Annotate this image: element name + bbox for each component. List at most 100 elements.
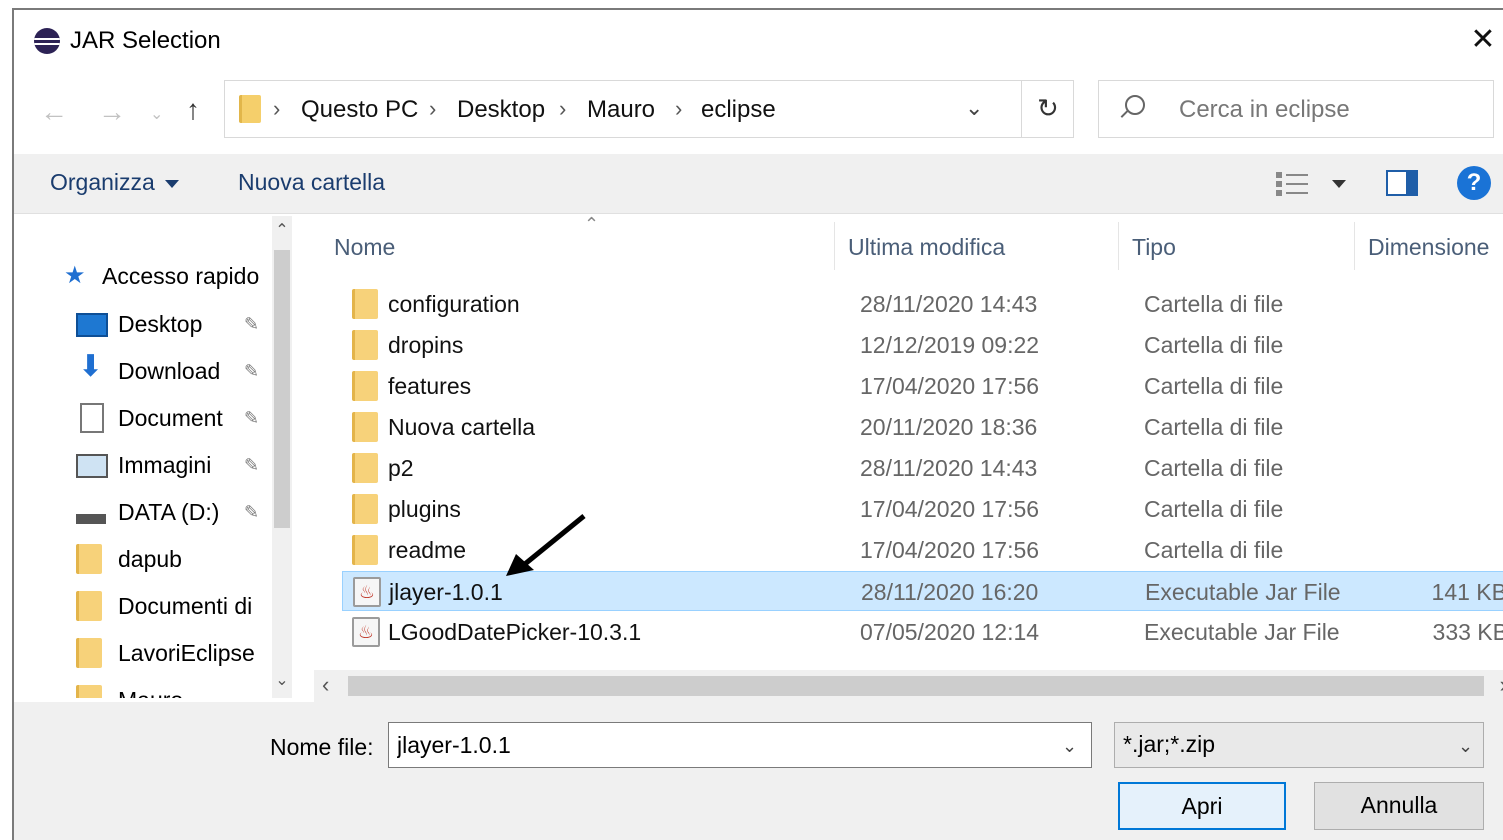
desktop-icon bbox=[76, 313, 108, 337]
file-name: configuration bbox=[388, 291, 520, 317]
chevron-down-icon[interactable]: ⌄ bbox=[1062, 736, 1077, 757]
pin-icon[interactable]: ✎ bbox=[244, 351, 259, 391]
nav-item-label: Accesso rapido bbox=[102, 263, 260, 289]
document-icon bbox=[80, 403, 104, 433]
nav-item-mauro[interactable]: Mauro bbox=[76, 680, 276, 698]
folder-icon bbox=[76, 685, 102, 698]
nav-item-desktop[interactable]: Desktop ✎ bbox=[76, 304, 276, 344]
chevron-down-icon[interactable]: ⌄ bbox=[1458, 736, 1473, 757]
folder-icon bbox=[76, 591, 102, 621]
nav-item-documenti[interactable]: Documenti di bbox=[76, 586, 276, 626]
horizontal-scrollbar[interactable]: ‹ › bbox=[314, 670, 1503, 702]
annotation-arrow-icon bbox=[506, 514, 586, 576]
refresh-icon[interactable]: ↻ bbox=[1037, 93, 1059, 124]
folder-icon bbox=[352, 330, 378, 360]
pin-icon[interactable]: ✎ bbox=[244, 398, 259, 438]
file-modified: 17/04/2020 17:56 bbox=[860, 496, 1040, 522]
nav-item-lavorieclipse[interactable]: LavoriEclipse bbox=[76, 633, 276, 673]
caret-down-icon bbox=[164, 179, 179, 188]
chevron-right-icon[interactable]: › bbox=[429, 96, 436, 122]
chevron-right-icon[interactable]: › bbox=[675, 96, 682, 122]
file-type: Executable Jar File bbox=[1145, 579, 1341, 605]
file-modified: 28/11/2020 14:43 bbox=[860, 291, 1038, 317]
column-divider[interactable] bbox=[1118, 222, 1119, 270]
breadcrumb-item[interactable]: Desktop bbox=[457, 96, 545, 124]
file-row[interactable]: features 17/04/2020 17:56 Cartella di fi… bbox=[342, 366, 1503, 406]
folder-icon bbox=[352, 453, 378, 483]
nav-item-label: DATA (D:) bbox=[118, 499, 220, 525]
chevron-right-icon[interactable]: › bbox=[559, 96, 566, 122]
scroll-down-icon[interactable]: ⌄ bbox=[272, 670, 292, 690]
pin-icon[interactable]: ✎ bbox=[244, 492, 259, 532]
column-header-modified[interactable]: Ultima modifica bbox=[848, 234, 1005, 261]
cancel-button[interactable]: Annulla bbox=[1314, 782, 1484, 830]
help-icon[interactable]: ? bbox=[1457, 166, 1491, 200]
nav-item-label: Immagini bbox=[118, 452, 212, 478]
forward-arrow-icon[interactable]: → bbox=[98, 96, 126, 128]
chevron-down-icon[interactable]: ⌄ bbox=[965, 95, 983, 121]
caret-down-icon[interactable] bbox=[1332, 180, 1346, 188]
file-row[interactable]: LGoodDatePicker-10.3.1 07/05/2020 12:14 … bbox=[342, 612, 1503, 652]
breadcrumb-item[interactable]: Questo PC bbox=[301, 96, 418, 124]
horizontal-scrollbar-thumb[interactable] bbox=[348, 676, 1484, 696]
file-row[interactable]: dropins 12/12/2019 09:22 Cartella di fil… bbox=[342, 325, 1503, 365]
file-name: jlayer-1.0.1 bbox=[389, 579, 503, 605]
title-bar: JAR Selection ✕ bbox=[14, 10, 1503, 70]
breadcrumb-item[interactable]: Mauro bbox=[587, 96, 655, 124]
navigation-pane: ★ Accesso rapido Desktop ✎ ⬇ Download ✎ … bbox=[14, 216, 296, 698]
filename-input[interactable] bbox=[388, 722, 1092, 768]
file-type-filter[interactable]: *.jar;*.zip bbox=[1114, 722, 1484, 768]
new-folder-button[interactable]: Nuova cartella bbox=[238, 169, 385, 196]
breadcrumb-item[interactable]: eclipse bbox=[701, 96, 776, 124]
file-size: 333 KB bbox=[1432, 619, 1503, 645]
nav-item-download[interactable]: ⬇ Download ✎ bbox=[76, 351, 276, 391]
file-name: p2 bbox=[388, 455, 414, 481]
search-box[interactable]: Cerca in eclipse bbox=[1098, 80, 1494, 138]
recent-locations-chevron-icon[interactable]: ⌄ bbox=[150, 104, 163, 124]
column-header-name[interactable]: Nome bbox=[334, 234, 395, 261]
file-type: Cartella di file bbox=[1144, 455, 1284, 481]
file-row[interactable]: Nuova cartella 20/11/2020 18:36 Cartella… bbox=[342, 407, 1503, 447]
scroll-left-icon[interactable]: ‹ bbox=[322, 672, 329, 698]
file-modified: 07/05/2020 12:14 bbox=[860, 619, 1040, 645]
nav-item-quick-access[interactable]: ★ Accesso rapido bbox=[64, 256, 264, 296]
back-arrow-icon[interactable]: ← bbox=[40, 96, 68, 128]
nav-item-pictures[interactable]: Immagini ✎ bbox=[76, 445, 276, 485]
view-options-icon[interactable] bbox=[1276, 170, 1310, 196]
file-type: Cartella di file bbox=[1144, 414, 1284, 440]
up-arrow-icon[interactable]: ↑ bbox=[186, 94, 200, 126]
file-modified: 12/12/2019 09:22 bbox=[860, 332, 1040, 358]
drive-icon bbox=[76, 514, 106, 524]
file-size: 141 KB bbox=[1431, 579, 1503, 605]
organize-label: Organizza bbox=[50, 169, 155, 195]
file-row[interactable]: p2 28/11/2020 14:43 Cartella di file bbox=[342, 448, 1503, 488]
organize-menu[interactable]: Organizza bbox=[50, 169, 179, 196]
folder-icon bbox=[352, 371, 378, 401]
column-divider[interactable] bbox=[834, 222, 835, 270]
file-modified: 17/04/2020 17:56 bbox=[860, 537, 1040, 563]
nav-item-dapub[interactable]: dapub bbox=[76, 539, 276, 579]
open-button[interactable]: Apri bbox=[1118, 782, 1286, 830]
download-icon: ⬇ bbox=[78, 351, 104, 383]
file-name: readme bbox=[388, 537, 466, 563]
column-divider[interactable] bbox=[1354, 222, 1355, 270]
scroll-up-icon[interactable]: ⌃ bbox=[272, 220, 292, 240]
pin-icon[interactable]: ✎ bbox=[244, 304, 259, 344]
preview-pane-icon[interactable] bbox=[1386, 170, 1418, 196]
file-type: Cartella di file bbox=[1144, 537, 1284, 563]
nav-item-data-drive[interactable]: DATA (D:) ✎ bbox=[76, 492, 276, 532]
jar-file-icon bbox=[353, 577, 381, 607]
column-header-type[interactable]: Tipo bbox=[1132, 234, 1176, 261]
pin-icon[interactable]: ✎ bbox=[244, 445, 259, 485]
window-title: JAR Selection bbox=[70, 27, 221, 54]
nav-item-label: Desktop bbox=[118, 311, 203, 337]
column-header-size[interactable]: Dimensione bbox=[1368, 234, 1489, 261]
file-row[interactable]: configuration 28/11/2020 14:43 Cartella … bbox=[342, 284, 1503, 324]
folder-icon bbox=[76, 544, 102, 574]
address-bar[interactable]: › Questo PC › Desktop › Mauro › eclipse … bbox=[224, 80, 1074, 138]
nav-scrollbar-thumb[interactable] bbox=[274, 250, 290, 528]
nav-item-documents[interactable]: Document ✎ bbox=[76, 398, 276, 438]
nav-item-label: dapub bbox=[118, 546, 182, 572]
divider bbox=[1021, 81, 1022, 137]
close-button[interactable]: ✕ bbox=[1463, 20, 1503, 60]
